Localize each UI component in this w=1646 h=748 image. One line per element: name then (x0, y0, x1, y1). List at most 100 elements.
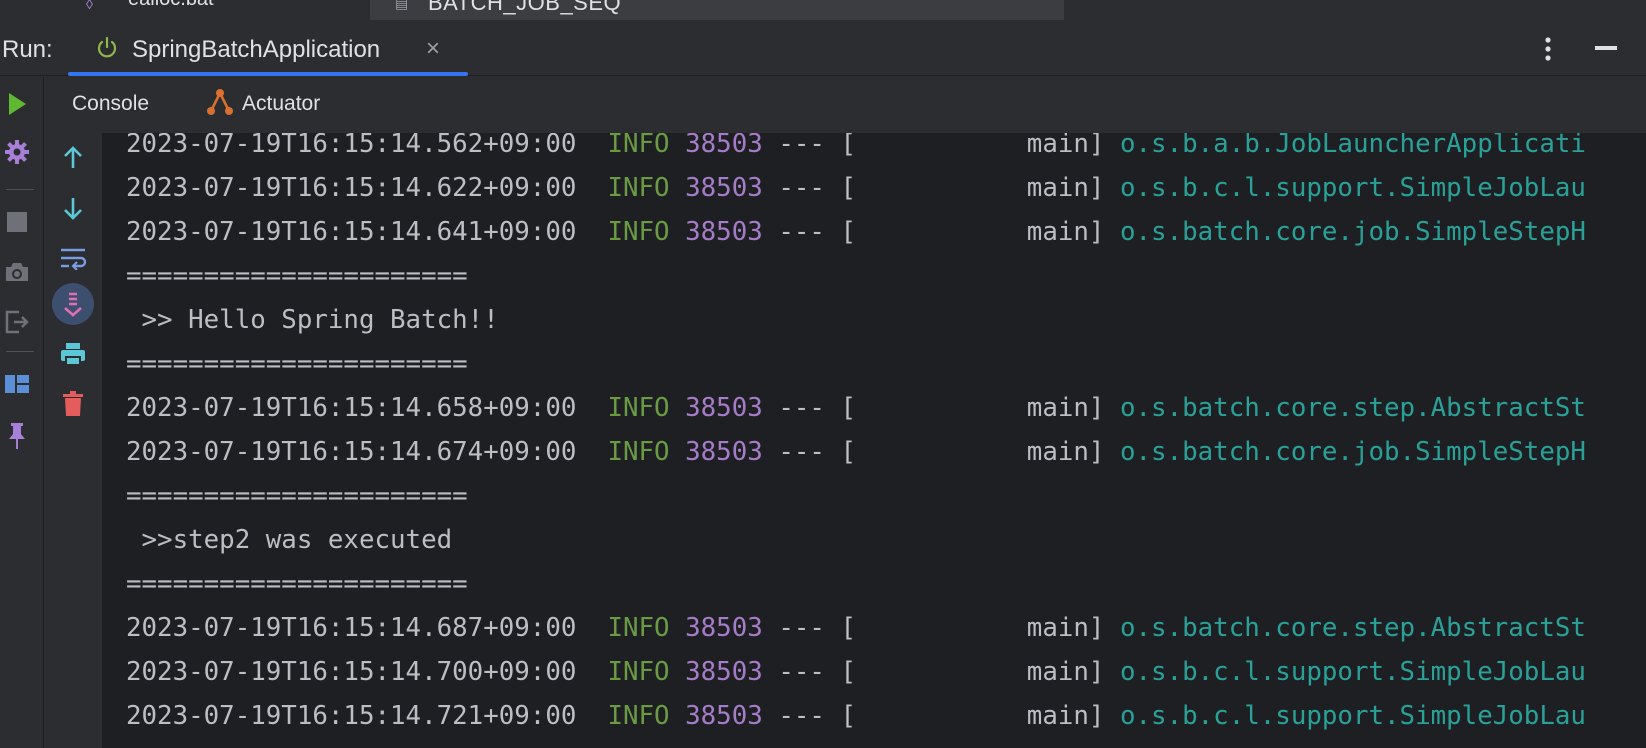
log-thread: [ main] (840, 701, 1105, 731)
tab-console[interactable]: Console (72, 92, 149, 116)
console-output[interactable]: 2023-07-19T16:15:14.562+09:00 INFO 38503… (102, 133, 1646, 748)
log-thread: [ main] (840, 613, 1105, 643)
table-icon: ▤ (395, 0, 409, 12)
run-label: Run: (2, 36, 53, 63)
settings-icon[interactable] (2, 137, 32, 167)
log-pid: 38503 (685, 393, 763, 423)
print-icon[interactable] (52, 333, 94, 375)
active-tab-indicator (68, 72, 468, 76)
console-message: ====================== (126, 349, 468, 379)
run-left-toolbar (0, 77, 44, 748)
actuator-icon (206, 87, 234, 122)
log-separator: --- (778, 393, 825, 423)
log-pid: 38503 (685, 657, 763, 687)
log-timestamp: 2023-07-19T16:15:14.658+09:00 (126, 393, 577, 423)
log-logger: o.s.batch.core.step.AbstractSt (1120, 613, 1586, 643)
log-level: INFO (607, 701, 670, 731)
log-timestamp: 2023-07-19T16:15:14.687+09:00 (126, 613, 577, 643)
log-separator: --- (778, 217, 825, 247)
toolbar-separator (6, 189, 34, 190)
log-line: 2023-07-19T16:15:14.641+09:00 INFO 38503… (126, 210, 1586, 254)
arrow-up-icon[interactable] (52, 137, 94, 179)
log-separator: --- (778, 173, 825, 203)
log-level: INFO (607, 173, 670, 203)
log-timestamp: 2023-07-19T16:15:14.674+09:00 (126, 437, 577, 467)
exit-icon[interactable] (2, 307, 32, 337)
scroll-to-end-icon[interactable] (52, 283, 94, 325)
log-line: 2023-07-19T16:15:14.674+09:00 INFO 38503… (126, 430, 1586, 474)
log-level: INFO (607, 437, 670, 467)
soft-wrap-icon[interactable] (52, 237, 94, 279)
log-separator: --- (778, 701, 825, 731)
console-message: ====================== (126, 569, 468, 599)
log-pid: 38503 (685, 217, 763, 247)
editor-tab-strip: ◊ ealloc.bat ▤ BATCH_JOB_SEQ (0, 0, 1646, 22)
log-logger: o.s.b.c.l.support.SimpleJobLau (1120, 657, 1586, 687)
log-logger: o.s.b.c.l.support.SimpleJobLau (1120, 173, 1586, 203)
log-pid: 38503 (685, 701, 763, 731)
console-text-line: ====================== (126, 254, 468, 298)
power-icon (96, 36, 118, 65)
log-pid: 38503 (685, 613, 763, 643)
log-timestamp: 2023-07-19T16:15:14.562+09:00 (126, 133, 577, 159)
log-thread: [ main] (840, 217, 1105, 247)
log-level: INFO (607, 393, 670, 423)
run-icon[interactable] (2, 89, 32, 119)
log-separator: --- (778, 657, 825, 687)
log-thread: [ main] (840, 437, 1105, 467)
log-thread: [ main] (840, 133, 1105, 159)
toolbar-separator (6, 351, 34, 352)
log-timestamp: 2023-07-19T16:15:14.622+09:00 (126, 173, 577, 203)
run-tool-window-header: Run: SpringBatchApplication × (0, 22, 1646, 76)
log-logger: o.s.batch.core.job.SimpleStepH (1120, 217, 1586, 247)
camera-icon[interactable] (2, 257, 32, 287)
layout-icon[interactable] (2, 369, 32, 399)
console-text-line: ====================== (126, 342, 468, 386)
console-message: ====================== (126, 481, 468, 511)
log-pid: 38503 (685, 133, 763, 159)
trash-icon[interactable] (52, 383, 94, 425)
log-line: 2023-07-19T16:15:14.721+09:00 INFO 38503… (126, 694, 1586, 738)
stop-icon[interactable] (2, 207, 32, 237)
console-toolbar (44, 133, 102, 748)
log-line: 2023-07-19T16:15:14.562+09:00 INFO 38503… (126, 133, 1586, 166)
log-pid: 38503 (685, 173, 763, 203)
tab-actuator-label: Actuator (242, 92, 321, 115)
log-thread: [ main] (840, 173, 1105, 203)
console-message: >> Hello Spring Batch!! (126, 305, 499, 335)
file-type-icon: ◊ (86, 0, 93, 13)
project-tree-item[interactable]: ealloc.bat (128, 0, 214, 11)
log-separator: --- (778, 437, 825, 467)
log-timestamp: 2023-07-19T16:15:14.700+09:00 (126, 657, 577, 687)
log-logger: o.s.batch.core.job.SimpleStepH (1120, 437, 1586, 467)
log-level: INFO (607, 657, 670, 687)
arrow-down-icon[interactable] (52, 187, 94, 229)
tab-actuator[interactable]: Actuator (206, 87, 320, 121)
log-timestamp: 2023-07-19T16:15:14.721+09:00 (126, 701, 577, 731)
minimize-icon[interactable] (1595, 46, 1617, 50)
log-line: 2023-07-19T16:15:14.700+09:00 INFO 38503… (126, 650, 1586, 694)
log-timestamp: 2023-07-19T16:15:14.641+09:00 (126, 217, 577, 247)
log-logger: o.s.batch.core.step.AbstractSt (1120, 393, 1586, 423)
log-separator: --- (778, 133, 825, 159)
log-line: 2023-07-19T16:15:14.687+09:00 INFO 38503… (126, 606, 1586, 650)
log-logger: o.s.b.a.b.JobLauncherApplicati (1120, 133, 1586, 159)
pin-icon[interactable] (2, 421, 32, 451)
log-logger: o.s.b.c.l.support.SimpleJobLau (1120, 701, 1586, 731)
run-subtabs: Console Actuator (44, 77, 1646, 133)
editor-tab-label[interactable]: BATCH_JOB_SEQ (428, 0, 621, 16)
console-message: ====================== (126, 261, 468, 291)
log-line: 2023-07-19T16:15:14.622+09:00 INFO 38503… (126, 166, 1586, 210)
console-text-line: ====================== (126, 562, 468, 606)
console-message: >>step2 was executed (126, 525, 453, 555)
log-separator: --- (778, 613, 825, 643)
console-text-line: >> Hello Spring Batch!! (126, 298, 499, 342)
log-level: INFO (607, 133, 670, 159)
console-text-line: ====================== (126, 474, 468, 518)
close-icon[interactable]: × (426, 35, 440, 63)
console-text-line: >>step2 was executed (126, 518, 453, 562)
log-level: INFO (607, 217, 670, 247)
more-icon[interactable] (1544, 36, 1552, 67)
tab-title: SpringBatchApplication (132, 36, 381, 63)
tab-spring-batch-application[interactable]: SpringBatchApplication × (68, 22, 468, 76)
